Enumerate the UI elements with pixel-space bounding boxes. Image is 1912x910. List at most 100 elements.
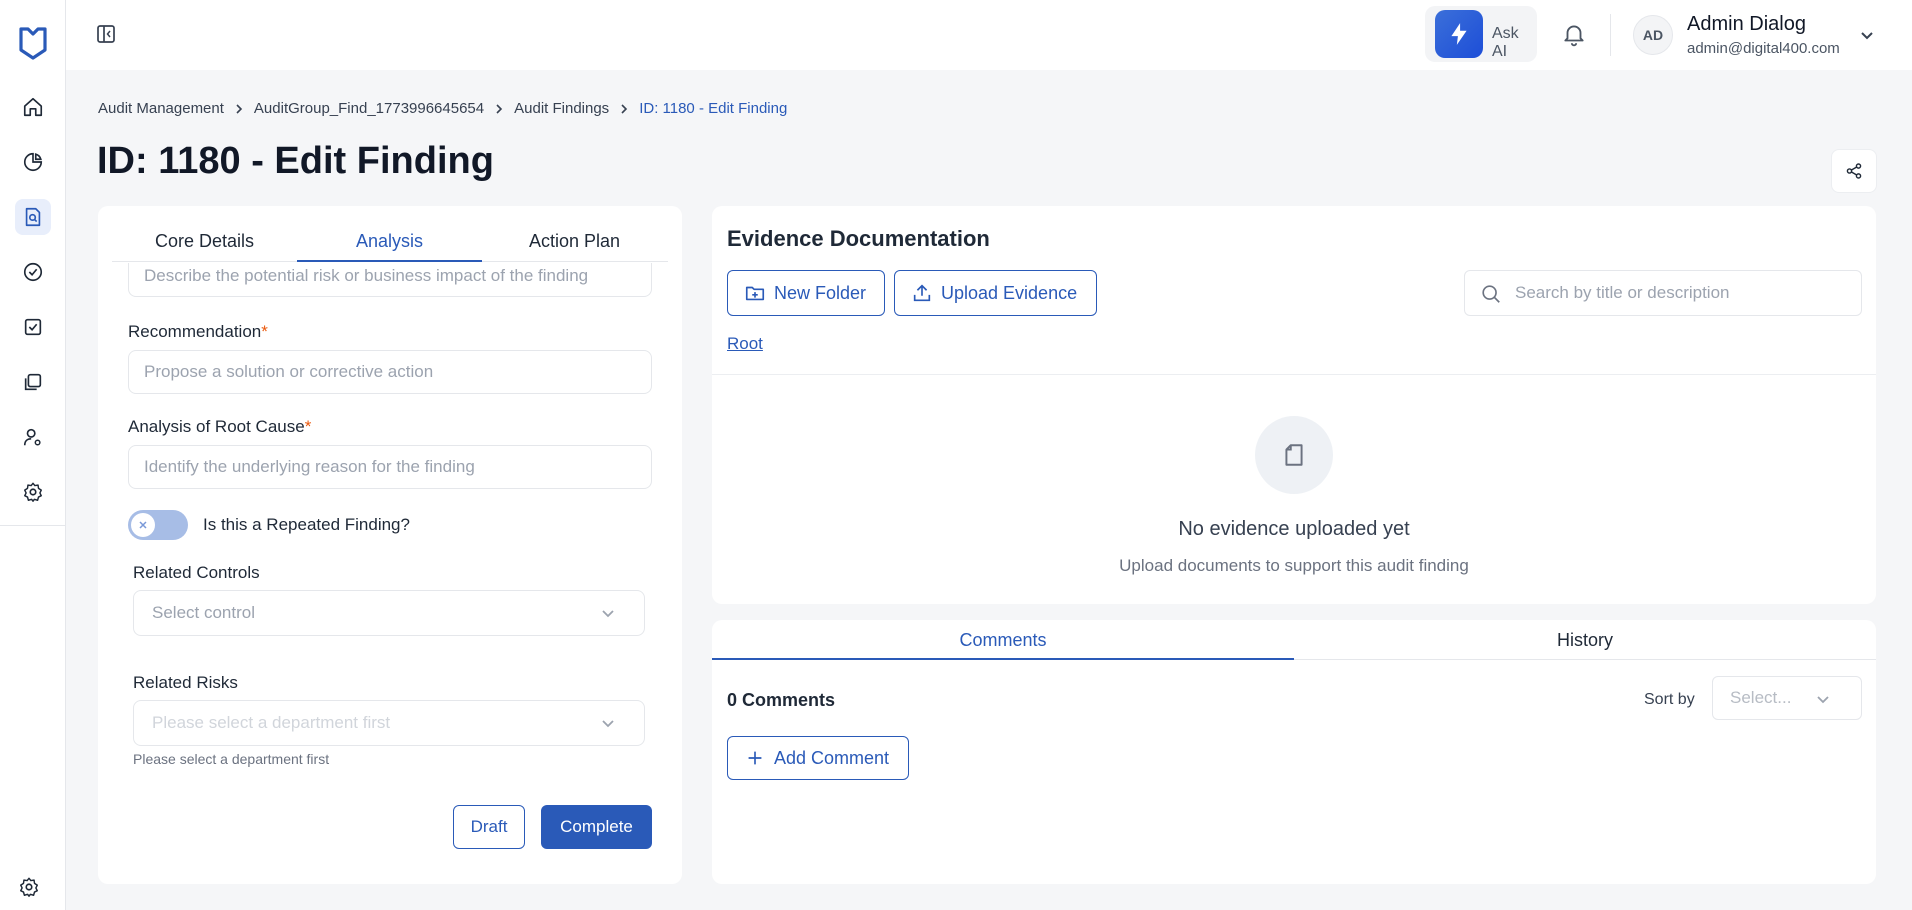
file-icon: [1255, 416, 1333, 494]
tab-analysis[interactable]: Analysis: [297, 206, 482, 262]
notification-bell-icon[interactable]: [1561, 21, 1587, 47]
sidebar-item-tasks[interactable]: [15, 254, 51, 290]
gear-icon: [24, 482, 42, 502]
recommendation-label-text: Recommendation: [128, 322, 262, 341]
related-controls-placeholder: Select control: [152, 603, 255, 622]
user-name: Admin Dialog: [1687, 13, 1806, 35]
empty-state-subtitle: Upload documents to support this audit f…: [1119, 556, 1469, 575]
lightning-icon: [1435, 10, 1483, 58]
empty-state-title: No evidence uploaded yet: [1178, 518, 1410, 540]
complete-button[interactable]: Complete: [541, 805, 652, 849]
required-mark: *: [304, 417, 312, 436]
sort-select[interactable]: Select...: [1712, 676, 1862, 720]
close-icon: [139, 521, 147, 529]
recommendation-label: Recommendation*: [128, 322, 268, 342]
comments-count: 0 Comments: [727, 690, 836, 710]
sidebar: [0, 0, 66, 910]
related-risks-helper: Please select a department first: [133, 751, 330, 767]
ask-ai-button[interactable]: Ask AI: [1425, 6, 1537, 62]
sidebar-item-users[interactable]: [15, 419, 51, 455]
impact-input[interactable]: Describe the potential risk or business …: [128, 263, 652, 297]
check-square-icon: [24, 318, 42, 336]
required-mark: *: [261, 322, 268, 341]
sidebar-item-preferences[interactable]: [11, 869, 47, 905]
root-cause-label: Analysis of Root Cause*: [128, 417, 311, 437]
sidebar-item-checklist[interactable]: [15, 309, 51, 345]
home-icon: [23, 97, 43, 117]
avatar[interactable]: AD: [1633, 15, 1673, 55]
evidence-search-input[interactable]: Search by title or description: [1464, 270, 1862, 316]
app-logo-icon[interactable]: [17, 25, 49, 61]
top-header: Ask AI AD Admin Dialog admin@digital400.…: [66, 0, 1912, 70]
root-cause-label-text: Analysis of Root Cause: [128, 417, 305, 436]
ask-ai-label: Ask AI: [1492, 25, 1519, 60]
related-risks-placeholder: Please select a department first: [152, 713, 391, 732]
sort-label: Sort by: [1644, 691, 1695, 708]
toggle-knob: [131, 513, 155, 537]
root-cause-input[interactable]: Identify the underlying reason for the f…: [128, 445, 652, 489]
chevron-right-icon: [493, 103, 505, 115]
comments-card: Comments History 0 Comments Sort by Sele…: [712, 620, 1876, 884]
sidebar-item-documents[interactable]: [15, 364, 51, 400]
chevron-down-icon: [1817, 696, 1829, 704]
upload-evidence-button[interactable]: Upload Evidence: [894, 270, 1097, 316]
chevron-down-icon[interactable]: [1858, 26, 1876, 44]
repeated-finding-toggle[interactable]: [128, 510, 188, 540]
breadcrumb-item-audit-findings[interactable]: Audit Findings: [514, 100, 609, 117]
user-email: admin@digital400.com: [1687, 40, 1840, 57]
sidebar-item-home[interactable]: [15, 89, 51, 125]
sidebar-divider: [0, 525, 66, 526]
finding-form-card: Core Details Analysis Action Plan Descri…: [98, 206, 682, 884]
folder-plus-icon: [745, 286, 765, 301]
tab-action-plan[interactable]: Action Plan: [482, 206, 667, 262]
audit-search-icon: [25, 207, 41, 227]
user-settings-icon: [23, 428, 41, 446]
check-circle-icon: [23, 262, 43, 282]
tab-comments[interactable]: Comments: [712, 620, 1294, 660]
new-folder-button[interactable]: New Folder: [727, 270, 885, 316]
chevron-down-icon: [602, 720, 614, 728]
related-risks-label: Related Risks: [133, 673, 238, 692]
search-icon: [1482, 285, 1500, 303]
draft-button[interactable]: Draft: [453, 805, 525, 849]
related-risks-select[interactable]: Please select a department first: [133, 700, 645, 746]
breadcrumb: Audit Management AuditGroup_Find_1773996…: [98, 100, 787, 117]
share-button[interactable]: [1831, 149, 1877, 193]
evidence-card: Evidence Documentation New Folder Upload…: [712, 206, 1876, 604]
evidence-title: Evidence Documentation: [727, 226, 990, 251]
search-placeholder: Search by title or description: [1515, 283, 1730, 302]
sidebar-toggle-icon[interactable]: [96, 24, 116, 44]
header-divider: [1610, 14, 1611, 56]
breadcrumb-item-current: ID: 1180 - Edit Finding: [639, 100, 788, 117]
repeated-finding-label: Is this a Repeated Finding?: [203, 515, 410, 534]
breadcrumb-item-audit-management[interactable]: Audit Management: [98, 100, 224, 117]
share-icon: [1846, 163, 1862, 179]
related-controls-label: Related Controls: [133, 563, 260, 582]
recommendation-input[interactable]: Propose a solution or corrective action: [128, 350, 652, 394]
page-title: ID: 1180 - Edit Finding: [97, 140, 494, 182]
tab-history[interactable]: History: [1294, 620, 1876, 660]
sidebar-item-dashboard[interactable]: [15, 144, 51, 180]
comments-tabs: Comments History: [712, 620, 1876, 660]
files-icon: [24, 373, 42, 391]
sidebar-item-settings[interactable]: [15, 474, 51, 510]
gear-icon: [20, 877, 38, 897]
sidebar-item-audit[interactable]: [15, 199, 51, 235]
new-folder-label: New Folder: [774, 282, 867, 303]
chevron-down-icon: [602, 610, 614, 618]
add-comment-button[interactable]: Add Comment: [727, 736, 909, 780]
breadcrumb-item-audit-group[interactable]: AuditGroup_Find_1773996645654: [254, 100, 484, 117]
evidence-divider: [712, 374, 1876, 375]
chevron-right-icon: [618, 103, 630, 115]
chevron-right-icon: [233, 103, 245, 115]
form-tabs: Core Details Analysis Action Plan: [112, 206, 668, 262]
plus-icon: [748, 751, 762, 765]
pie-chart-icon: [23, 152, 43, 172]
tab-core-details[interactable]: Core Details: [112, 206, 297, 262]
related-controls-select[interactable]: Select control: [133, 590, 645, 636]
upload-icon: [913, 284, 931, 302]
upload-evidence-label: Upload Evidence: [941, 282, 1078, 303]
root-folder-link[interactable]: Root: [727, 334, 763, 354]
sort-placeholder: Select...: [1730, 688, 1792, 707]
add-comment-label: Add Comment: [774, 747, 890, 768]
